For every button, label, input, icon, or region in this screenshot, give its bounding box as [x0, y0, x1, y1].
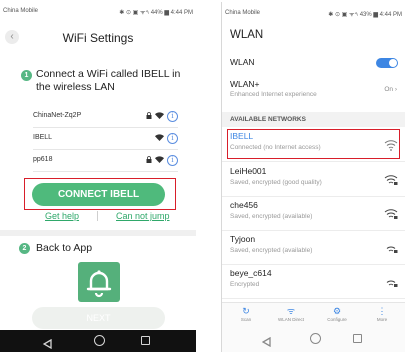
- network-row-chinanet[interactable]: ChinaNet-Zq2P i: [33, 106, 178, 128]
- scan-button[interactable]: ↻ Scan: [228, 305, 264, 322]
- gear-icon: ⚙: [332, 306, 342, 316]
- can-not-jump-link[interactable]: Can not jump: [116, 211, 170, 221]
- network-item[interactable]: che456 Saved, encrypted (available): [222, 197, 405, 231]
- network-status: Saved, encrypted (good quality): [230, 179, 322, 186]
- configure-button[interactable]: ⚙ Configure: [319, 305, 355, 322]
- step-1-badge: 1: [21, 70, 32, 81]
- tab-label: Scan: [240, 317, 252, 322]
- page-title: WiFi Settings: [62, 31, 134, 45]
- status-bar: China Mobile ✱ ⊙ ▣ ᯤ⁴ₗ 43% ▆ 4:44 PM: [222, 2, 405, 20]
- info-icon[interactable]: i: [167, 132, 178, 144]
- wifi-icon: [155, 111, 164, 121]
- nav-recent-icon[interactable]: [141, 336, 150, 345]
- section-header-label: AVAILABLE NETWORKS: [230, 116, 306, 123]
- wlan-screen: China Mobile ✱ ⊙ ▣ ᯤ⁴ₗ 43% ▆ 4:44 PM WLA…: [221, 2, 405, 352]
- network-name: Tyjoon: [230, 234, 256, 244]
- section-divider: [0, 230, 196, 236]
- network-name: IBELL: [33, 134, 53, 141]
- network-row-ibell[interactable]: IBELL i: [33, 128, 178, 150]
- scan-icon: ↻: [242, 306, 250, 316]
- network-item[interactable]: LeiHe001 Saved, encrypted (good quality): [222, 163, 405, 197]
- nav-home-icon[interactable]: [94, 335, 105, 346]
- network-name: ChinaNet-Zq2P: [33, 112, 82, 119]
- network-status: Saved, encrypted (available): [230, 213, 313, 220]
- step-2-badge: 2: [19, 243, 30, 254]
- section-header: AVAILABLE NETWORKS: [222, 112, 405, 127]
- status-icons: ✱ ⊙ ▣ ᯤ⁴ₗ 44% ▆ 4:44 PM: [119, 10, 193, 16]
- highlight-box: [227, 129, 400, 159]
- network-item[interactable]: beye_c614 Encrypted: [222, 265, 405, 299]
- wifi-lock-icon: [384, 173, 398, 185]
- wlan-direct-button[interactable]: ᯤ WLAN Direct: [273, 305, 309, 322]
- network-name: LeiHe001: [230, 166, 267, 176]
- wlan-toggle[interactable]: [376, 58, 398, 68]
- more-button[interactable]: ⋮ More: [364, 305, 400, 322]
- wlan-toggle-row[interactable]: WLAN: [222, 52, 405, 74]
- nav-recent-icon[interactable]: [353, 334, 362, 343]
- wifi-icon: [155, 155, 164, 165]
- status-bar: China Mobile ✱ ⊙ ▣ ᯤ⁴ₗ 44% ▆ 4:44 PM: [0, 0, 196, 18]
- more-icon: ⋮: [377, 306, 387, 316]
- tab-label: WLAN Direct: [277, 317, 304, 322]
- wlan-plus-value: On ›: [384, 86, 397, 93]
- carrier-label: China Mobile: [225, 10, 261, 16]
- next-button[interactable]: NEXT: [32, 307, 165, 329]
- wlan-plus-label: WLAN+: [230, 79, 260, 89]
- get-help-link[interactable]: Get help: [45, 211, 79, 221]
- header: ‹ WiFi Settings: [0, 26, 196, 50]
- nav-home-icon[interactable]: [310, 333, 321, 344]
- wifi-settings-screen: China Mobile ✱ ⊙ ▣ ᯤ⁴ₗ 44% ▆ 4:44 PM ‹ W…: [0, 0, 196, 352]
- network-name: beye_c614: [230, 268, 272, 278]
- wifi-lock-icon: [384, 275, 398, 287]
- lock-icon: [146, 155, 152, 165]
- info-icon[interactable]: i: [167, 154, 178, 166]
- wlan-plus-row[interactable]: WLAN+ Enhanced Internet experience On ›: [222, 78, 405, 104]
- system-nav-bar: [222, 328, 405, 352]
- system-nav-bar: [0, 330, 196, 352]
- wlan-plus-description: Enhanced Internet experience: [230, 91, 317, 98]
- link-separator: [97, 211, 98, 221]
- network-row-pp618[interactable]: pp618 i: [33, 150, 178, 172]
- wifi-lock-icon: [384, 207, 398, 219]
- wlan-label: WLAN: [230, 57, 255, 67]
- network-name: che456: [230, 200, 258, 210]
- highlight-box: [24, 178, 176, 210]
- bottom-toolbar: ↻ Scan ᯤ WLAN Direct ⚙ Configure ⋮ More: [222, 302, 405, 328]
- step-2-instruction: Back to App: [36, 242, 93, 254]
- toggle-knob: [389, 59, 397, 67]
- step-1-instruction: Connect a WiFi called IBELL in the wirel…: [36, 68, 181, 93]
- tab-label: More: [376, 317, 388, 322]
- wifi-icon: [155, 133, 164, 143]
- network-item[interactable]: Tyjoon Saved, encrypted (available): [222, 231, 405, 265]
- network-status: Encrypted: [230, 281, 260, 288]
- info-icon[interactable]: i: [167, 110, 178, 122]
- wlan-direct-icon: ᯤ: [286, 306, 296, 316]
- nav-back-icon[interactable]: [261, 334, 271, 348]
- lock-icon: [146, 111, 152, 121]
- network-status: Saved, encrypted (available): [230, 247, 313, 254]
- bell-icon: [78, 262, 120, 302]
- tab-label: Configure: [327, 317, 347, 322]
- nav-back-icon[interactable]: [42, 336, 52, 350]
- wifi-lock-icon: [384, 241, 398, 253]
- carrier-label: China Mobile: [3, 8, 39, 14]
- network-name: pp618: [33, 156, 53, 163]
- status-icons: ✱ ⊙ ▣ ᯤ⁴ₗ 43% ▆ 4:44 PM: [328, 12, 402, 18]
- page-title: WLAN: [230, 29, 264, 41]
- network-list: ChinaNet-Zq2P i IBELL i pp618 i: [33, 106, 178, 172]
